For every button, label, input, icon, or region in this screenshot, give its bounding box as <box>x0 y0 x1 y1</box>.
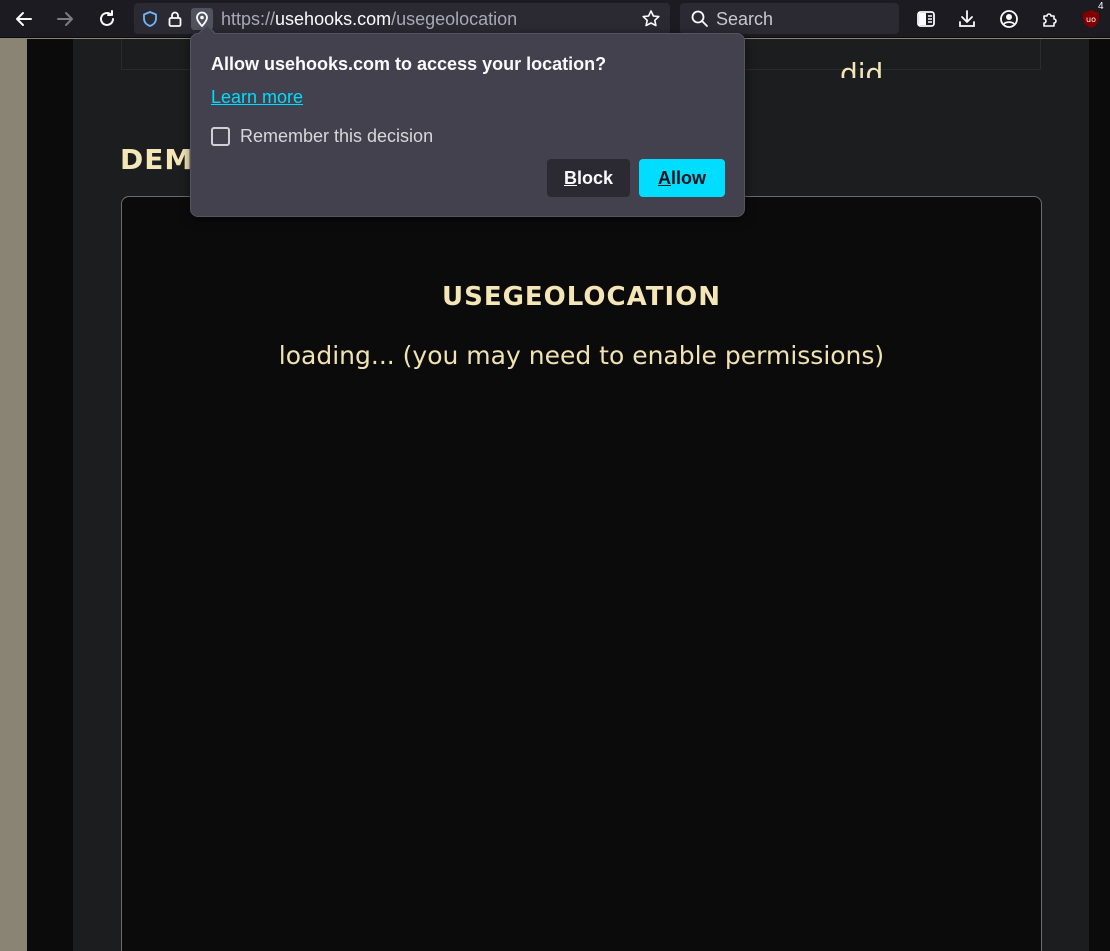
remember-decision-checkbox[interactable] <box>211 127 230 146</box>
block-button[interactable]: Block <box>547 159 630 197</box>
allow-access-key: A <box>658 167 671 188</box>
back-button[interactable] <box>9 5 39 33</box>
allow-label-rest: llow <box>671 167 706 188</box>
forward-icon <box>57 12 73 26</box>
download-icon <box>959 10 975 27</box>
url-path: /usegeolocation <box>391 9 518 29</box>
allow-button[interactable]: Allow <box>639 159 725 197</box>
demo-heading: DEMO <box>120 143 190 176</box>
demo-status-text: loading... (you may need to enable permi… <box>278 341 885 370</box>
reload-button[interactable] <box>92 5 122 33</box>
bookmark-button[interactable] <box>640 8 662 30</box>
downloads-button[interactable] <box>952 5 982 33</box>
reload-icon <box>100 10 114 26</box>
ublock-icon: uo <box>1083 10 1099 28</box>
page-right-edge <box>1090 39 1110 951</box>
extensions-icon <box>1043 13 1057 27</box>
extension-badge: 4 <box>1096 1 1106 12</box>
search-placeholder: Search <box>716 9 774 29</box>
block-label-rest: lock <box>576 167 614 188</box>
sidebar-icon <box>917 11 935 27</box>
account-button[interactable] <box>994 5 1024 33</box>
url-bar[interactable]: https://usehooks.com/usegeolocation <box>134 3 670 34</box>
lock-icon <box>168 11 182 27</box>
tracking-protection-button[interactable] <box>139 8 161 30</box>
extensions-button[interactable] <box>1035 5 1065 33</box>
sidebar-button[interactable] <box>911 5 941 33</box>
forward-button[interactable] <box>50 5 80 33</box>
remember-decision-label[interactable]: Remember this decision <box>240 126 433 147</box>
shield-icon <box>143 11 157 27</box>
location-permission-popup: Allow usehooks.com to access your locati… <box>190 24 745 217</box>
back-icon <box>16 12 32 26</box>
site-security-button[interactable] <box>164 8 186 30</box>
previous-section-text: did. <box>840 60 893 78</box>
star-icon <box>642 10 660 27</box>
demo-panel: USEGEOLOCATION loading... (you may need … <box>121 196 1042 951</box>
svg-text:uo: uo <box>1086 15 1096 24</box>
url-scheme: https:// <box>221 9 276 29</box>
demo-title: USEGEOLOCATION <box>441 282 721 312</box>
url-text[interactable]: https://usehooks.com/usegeolocation <box>221 9 517 30</box>
popup-title: Allow usehooks.com to access your locati… <box>211 54 607 74</box>
learn-more-link[interactable]: Learn more <box>211 87 303 108</box>
search-icon <box>691 10 708 27</box>
account-icon <box>1000 10 1018 28</box>
url-host: usehooks.com <box>275 9 392 29</box>
block-access-key: B <box>563 167 577 188</box>
search-input[interactable]: Search <box>680 3 899 34</box>
